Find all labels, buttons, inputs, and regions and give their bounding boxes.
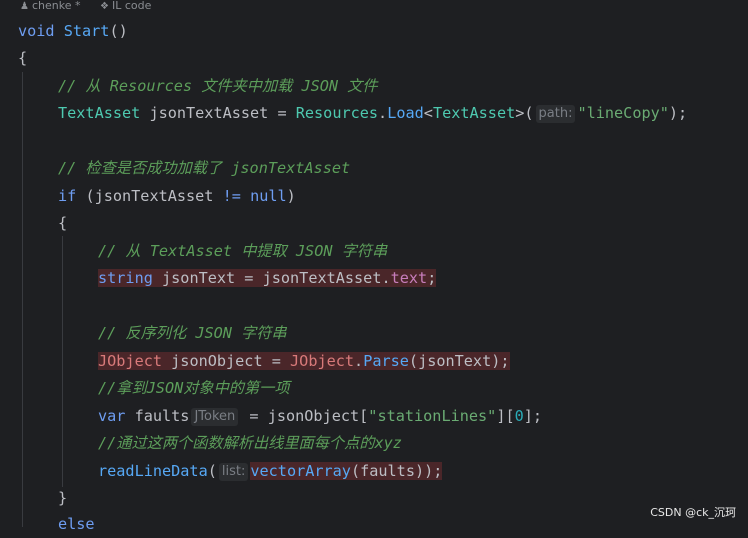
punctuation: . (354, 352, 364, 370)
method-call: Load (387, 104, 424, 122)
variable: faults (125, 407, 190, 425)
variable: jsonTextAsset = (140, 104, 296, 122)
code-line[interactable]: { (18, 45, 27, 72)
code-line[interactable]: else (58, 511, 95, 538)
keyword: void (18, 22, 55, 40)
property: text (390, 269, 428, 287)
operator: != (222, 187, 241, 205)
unresolved-type: JObject (98, 352, 163, 370)
punctuation: . (378, 104, 388, 122)
person-icon: ♟ (20, 1, 29, 12)
code-line[interactable]: //通过这两个函数解析出线里面每个点的xyz (98, 430, 402, 457)
punctuation: ]; (523, 407, 543, 425)
class-name: Resources (295, 104, 379, 122)
punctuation: ); (424, 462, 443, 480)
comment: // 从 Resources 文件夹中加载 JSON 文件 (58, 77, 378, 95)
punctuation: { (18, 49, 28, 67)
punctuation: >( (515, 104, 534, 122)
expression: (faults) (350, 462, 425, 480)
il-code-label: IL code (111, 0, 152, 12)
punctuation: } (58, 489, 68, 507)
punctuation: ( (207, 462, 217, 480)
variable: jsonObject = (162, 352, 291, 370)
comment: //拿到JSON对象中的第一项 (98, 379, 290, 397)
code-line[interactable]: JObject jsonObject = JObject.Parse(jsonT… (98, 348, 510, 375)
string-literal: "stationLines" (368, 407, 497, 425)
code-line[interactable]: TextAsset jsonTextAsset = Resources.Load… (58, 100, 687, 127)
comment: // 反序列化 JSON 字符串 (98, 324, 287, 342)
author-label: chenke * (31, 0, 81, 12)
watermark: CSDN @ck_沉珂 (650, 506, 736, 519)
unresolved-class: JObject (290, 352, 355, 370)
comment: //通过这两个函数解析出线里面每个点的xyz (98, 434, 402, 452)
error-highlight: vectorArray(faults)); (250, 462, 443, 480)
code-line[interactable]: // 检查是否成功加载了 jsonTextAsset (58, 155, 350, 182)
indent-guide (22, 72, 23, 527)
code-line[interactable]: void Start() (18, 18, 128, 45)
method-name: Start (63, 22, 110, 40)
error-highlight: string jsonText = jsonTextAsset.text; (98, 269, 437, 287)
expression: jsonText = jsonTextAsset. (152, 269, 391, 287)
punctuation: { (58, 214, 68, 232)
comment: // 从 TextAsset 中提取 JSON 字符串 (98, 242, 388, 260)
expression: (jsonText); (408, 352, 510, 370)
type-name: TextAsset (58, 104, 141, 122)
string-literal: "lineCopy" (577, 104, 669, 122)
expression: (jsonTextAsset (76, 187, 223, 205)
punctuation: ; (427, 269, 437, 287)
parameter-hint: path: (535, 105, 576, 123)
code-line[interactable]: //拿到JSON对象中的第一项 (98, 375, 290, 402)
keyword: string (98, 269, 153, 287)
type-hint: JToken (191, 408, 239, 426)
code-line[interactable]: readLineData(list: vectorArray(faults)); (98, 458, 443, 485)
error-highlight: JObject jsonObject = JObject.Parse(jsonT… (98, 352, 510, 370)
method-call: vectorArray (250, 462, 351, 480)
code-line[interactable]: { (58, 210, 67, 237)
code-line[interactable]: // 反序列化 JSON 字符串 (98, 320, 287, 347)
il-code-icon: ❖ (100, 1, 109, 12)
number-literal: 0 (514, 407, 524, 425)
code-line[interactable]: } (58, 485, 67, 512)
code-line[interactable]: string jsonText = jsonTextAsset.text; (98, 265, 437, 292)
code-line[interactable]: if (jsonTextAsset != null) (58, 183, 296, 210)
punctuation: ][ (496, 407, 515, 425)
null-keyword: null (250, 187, 287, 205)
code-line[interactable]: var faults JToken = jsonObject["stationLi… (98, 403, 542, 430)
punctuation: ); (668, 104, 688, 122)
comment: // 检查是否成功加载了 jsonTextAsset (58, 159, 351, 177)
punctuation: < (423, 104, 433, 122)
keyword: else (58, 515, 95, 533)
parameter-hint: list: (218, 463, 249, 481)
type-name: TextAsset (432, 104, 516, 122)
indent-guide (62, 236, 63, 487)
author-hint[interactable]: ♟ chenke * (20, 0, 80, 13)
code-line[interactable]: // 从 Resources 文件夹中加载 JSON 文件 (58, 73, 378, 100)
code-vision-hints: ♟ chenke * ❖ IL code (0, 0, 748, 14)
code-line[interactable]: // 从 TextAsset 中提取 JSON 字符串 (98, 238, 387, 265)
method-call: readLineData (98, 462, 208, 480)
keyword: var (98, 407, 126, 425)
method-call: Parse (363, 352, 409, 370)
il-code-hint[interactable]: ❖ IL code (100, 0, 151, 13)
expression: = jsonObject[ (240, 407, 369, 425)
punctuation: () (109, 22, 128, 40)
punctuation: ) (286, 187, 296, 205)
keyword: if (58, 187, 77, 205)
